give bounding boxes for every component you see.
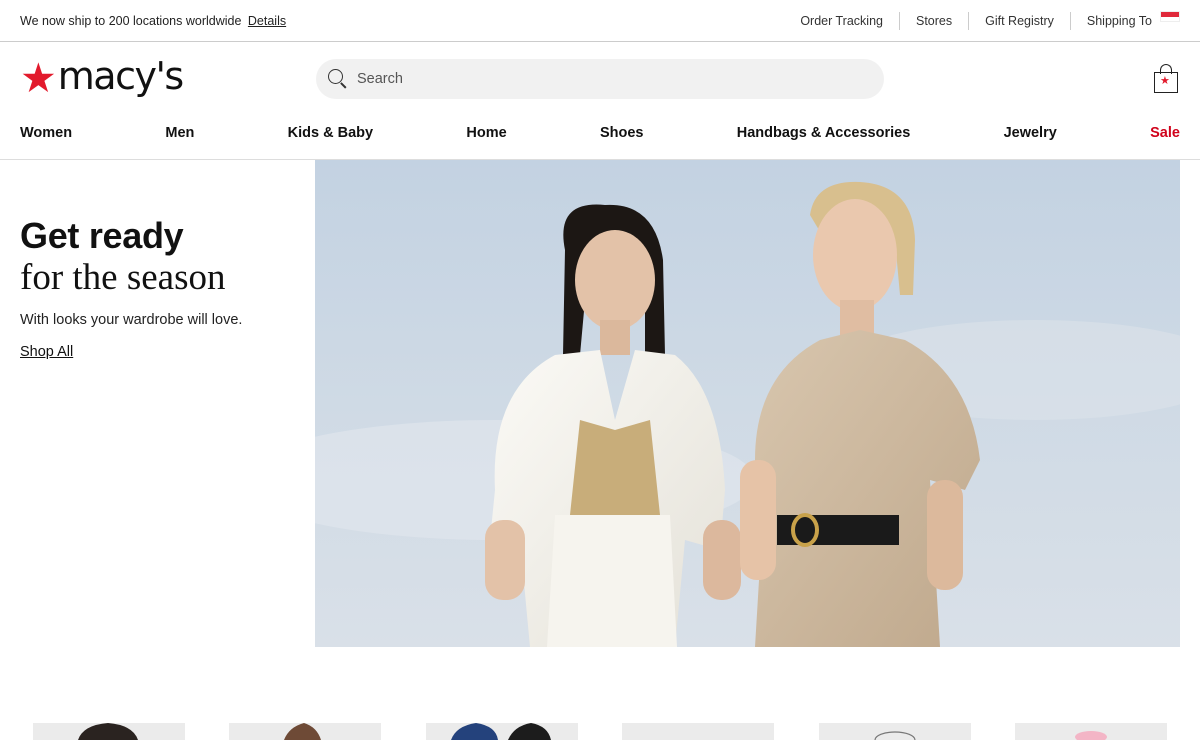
- nav-item-shoes[interactable]: Shoes: [600, 125, 644, 141]
- nav-item-kids-baby[interactable]: Kids & Baby: [288, 125, 373, 141]
- nav-item-jewelry[interactable]: Jewelry: [1004, 125, 1057, 141]
- shopping-bag-icon[interactable]: ★: [1153, 64, 1179, 94]
- category-card[interactable]: [1014, 723, 1167, 740]
- main-navigation: Women Men Kids & Baby Home Shoes Handbag…: [20, 122, 1180, 144]
- category-strip: [33, 723, 1167, 740]
- category-card[interactable]: [229, 723, 382, 740]
- search-bar[interactable]: [316, 59, 884, 99]
- stores-link[interactable]: Stores: [900, 11, 970, 30]
- logo-wordmark: macy's: [57, 54, 184, 98]
- category-card[interactable]: [622, 723, 775, 740]
- shipping-message-text: We now ship to 200 locations worldwide: [20, 13, 242, 28]
- hero-text-block: Get ready for the season With looks your…: [20, 216, 300, 361]
- shop-all-link[interactable]: Shop All: [20, 344, 73, 360]
- shipping-to-label: Shipping To: [1086, 13, 1152, 28]
- gift-registry-link[interactable]: Gift Registry: [969, 11, 1071, 30]
- macys-logo[interactable]: ★ macy's: [20, 53, 184, 102]
- details-link[interactable]: Details: [248, 14, 286, 28]
- shipping-message: We now ship to 200 locations worldwide D…: [20, 14, 286, 28]
- utility-links: Order Tracking Stores Gift Registry Ship…: [784, 11, 1180, 30]
- singapore-flag-icon: [1160, 11, 1180, 22]
- category-card[interactable]: [425, 723, 578, 740]
- hero-subtitle: for the season: [20, 257, 226, 298]
- nav-item-sale[interactable]: Sale: [1150, 125, 1180, 141]
- nav-item-men[interactable]: Men: [165, 125, 194, 141]
- shipping-to-selector[interactable]: Shipping To: [1071, 11, 1180, 30]
- macys-star-icon: ★: [20, 53, 57, 102]
- hero-title: Get ready: [20, 215, 184, 256]
- category-card[interactable]: [33, 723, 185, 740]
- utility-bar: We now ship to 200 locations worldwide D…: [0, 0, 1200, 42]
- nav-item-home[interactable]: Home: [466, 125, 506, 141]
- order-tracking-link[interactable]: Order Tracking: [784, 11, 900, 30]
- hero-description: With looks your wardrobe will love.: [20, 312, 243, 328]
- hero-image[interactable]: [315, 160, 1180, 647]
- hero-photo-illustration: [315, 160, 1180, 647]
- nav-item-women[interactable]: Women: [20, 125, 72, 141]
- search-input[interactable]: [357, 71, 857, 87]
- category-card[interactable]: [818, 723, 971, 740]
- nav-item-handbags-accessories[interactable]: Handbags & Accessories: [737, 125, 911, 141]
- search-icon[interactable]: [328, 69, 348, 89]
